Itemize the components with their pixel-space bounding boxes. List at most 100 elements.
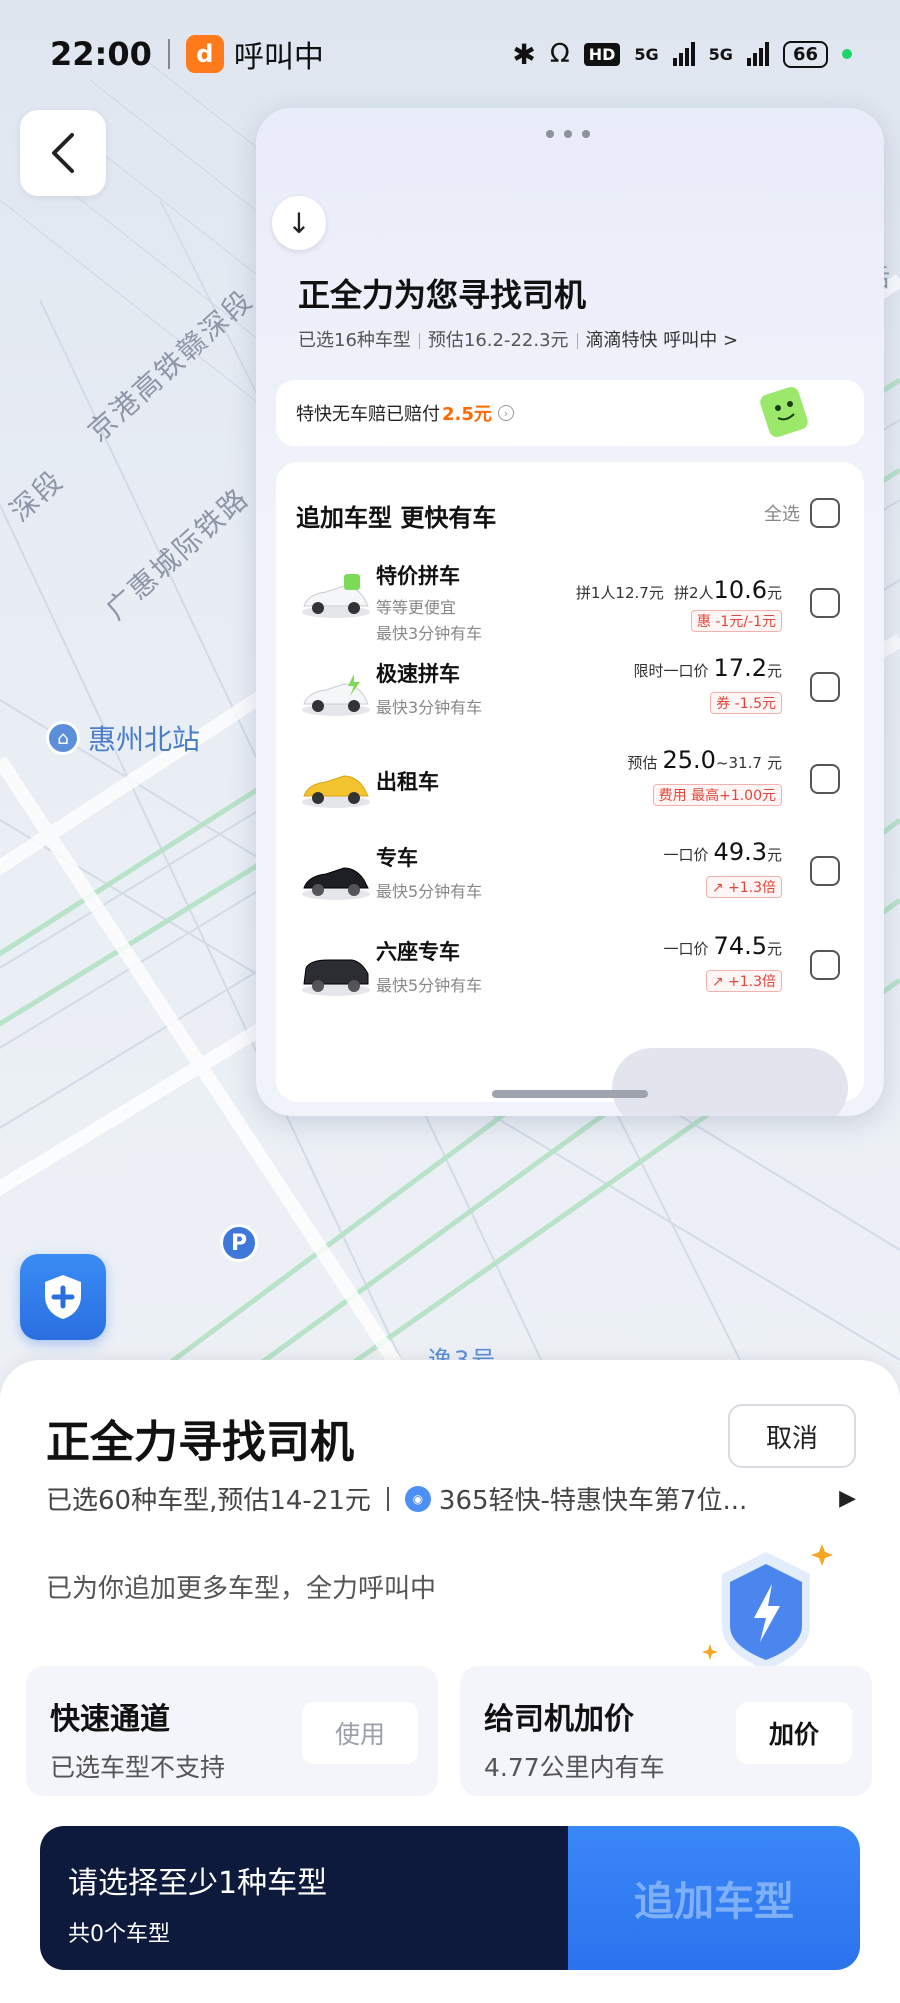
car-price: 限时一口价 17.2元 — [633, 654, 782, 682]
car-name: 特价拼车 — [376, 564, 460, 588]
car-name: 六座专车 — [376, 940, 460, 964]
car-type-row[interactable]: 出租车 预估 25.0~31.7 元 费用 最高+1.00元 — [276, 744, 864, 834]
earbuds-icon: Ω — [549, 39, 570, 69]
sheet-title: 正全力寻找司机 — [46, 1417, 354, 1468]
car-price: 一口价 74.5元 — [663, 932, 782, 960]
car-white-express-icon — [302, 674, 370, 716]
list-title: 追加车型 更快有车 — [296, 504, 497, 532]
signal-icon — [746, 42, 769, 66]
car-eta: 最快5分钟有车 — [376, 976, 483, 995]
hd-icon: HD — [583, 42, 621, 66]
station-marker[interactable]: ⌂ 惠州北站 — [46, 718, 200, 758]
surge-badge: ↗ +1.3倍 — [705, 970, 782, 992]
car-name: 专车 — [376, 846, 418, 870]
train-station-icon: ⌂ — [46, 721, 80, 755]
fast-lane-title: 快速通道 — [50, 1702, 170, 1737]
back-button[interactable] — [20, 110, 106, 196]
car-type-row[interactable]: 六座专车 最快5分钟有车 一口价 74.5元 ↗ +1.3倍 — [276, 930, 864, 1020]
premier-car-icon — [302, 867, 370, 900]
car-price: 预估 25.0~31.7 元 — [627, 746, 782, 774]
coupon-badge: 券 -1.5元 — [710, 692, 782, 714]
selection-summary: 请选择至少1种车型 共0个车型 — [40, 1826, 568, 1970]
cancel-button[interactable]: 取消 — [728, 1404, 856, 1468]
status-icons: ✱ Ω HD 5G 5G 66 — [512, 38, 852, 71]
car-checkbox[interactable] — [810, 588, 840, 618]
status-calling-text: 呼叫中 — [233, 40, 324, 75]
play-arrow-icon: ▶ — [839, 1486, 856, 1511]
safety-shield-button[interactable] — [20, 1254, 106, 1340]
car-checkbox[interactable] — [810, 856, 840, 886]
lightning-boost-icon — [702, 1544, 833, 1670]
add-car-types-button[interactable]: 追加车型 — [568, 1826, 860, 1970]
taxi-icon — [302, 775, 370, 808]
surge-badge: ↗ +1.3倍 — [705, 876, 782, 898]
info-icon: › — [497, 405, 514, 421]
tip-driver-subtitle: 4.77公里内有车 — [484, 1753, 665, 1782]
signal-icon — [672, 42, 695, 66]
compensation-amount: 2.5元 — [442, 404, 492, 425]
select-all-label: 全选 — [764, 504, 800, 525]
car-checkbox[interactable] — [810, 672, 840, 702]
panel-subtitle: 已选16种车型 预估16.2-22.3元 滴滴特快 呼叫中 > — [298, 326, 738, 352]
action-bar: 请选择至少1种车型 共0个车型 追加车型 — [40, 1826, 860, 1970]
selection-count: 共0个车型 — [68, 1922, 170, 1947]
car-checkbox[interactable] — [810, 764, 840, 794]
car-name: 极速拼车 — [376, 662, 460, 686]
discount-badge: 惠 -1元/-1元 — [690, 610, 782, 632]
more-options-icon[interactable] — [546, 130, 590, 138]
panel-title: 正全力为您寻找司机 — [298, 276, 587, 314]
compensation-text: 特快无车赔已赔付 — [296, 404, 440, 425]
battery-icon: 66 — [782, 40, 828, 68]
panel-drag-handle[interactable] — [492, 1090, 648, 1098]
tip-driver-card: 给司机加价 4.77公里内有车 加价 — [460, 1666, 872, 1796]
expanded-search-panel: ↓ 正全力为您寻找司机 已选16种车型 预估16.2-22.3元 滴滴特快 呼叫中 … — [256, 108, 884, 1116]
car-tag: 等等更便宜 — [376, 598, 457, 617]
car-white-pool-icon — [302, 574, 370, 618]
service-car-icon: ◉ — [404, 1485, 431, 1512]
panel-selected-count: 已选16种车型 — [298, 330, 411, 351]
sheet-message: 已为你追加更多车型，全力呼叫中 — [46, 1574, 437, 1604]
fast-lane-subtitle: 已选车型不支持 — [50, 1753, 226, 1782]
select-all[interactable]: 全选 — [764, 498, 840, 528]
bottom-sheet: 正全力寻找司机 取消 已选60种车型,预估14-21元 ◉ 365轻快-特惠快车… — [0, 1360, 900, 2003]
add-car-types-list: 追加车型 更快有车 全选 特价拼车 等等更便宜 最快3分钟有车 拼1人12.7元… — [276, 462, 864, 1102]
car-price: 拼1人12.7元 拼2人10.6元 — [575, 576, 782, 604]
add-tip-button[interactable]: 加价 — [736, 1702, 852, 1764]
six-seat-car-icon — [302, 959, 370, 996]
chevron-left-icon — [52, 133, 74, 173]
divider — [386, 1486, 389, 1511]
network-5g-label: 5G — [634, 44, 659, 64]
sheet-selected-estimate: 已选60种车型,预估14-21元 — [46, 1486, 371, 1516]
car-type-row[interactable]: 专车 最快5分钟有车 一口价 49.3元 ↗ +1.3倍 — [276, 836, 864, 926]
selection-hint: 请选择至少1种车型 — [68, 1866, 328, 1901]
panel-estimate: 预估16.2-22.3元 — [427, 330, 569, 351]
car-eta: 最快3分钟有车 — [376, 624, 483, 643]
fee-badge: 费用 最高+1.00元 — [652, 784, 782, 806]
ticket-mascot-icon — [760, 386, 808, 438]
sheet-subtitle[interactable]: 已选60种车型,预估14-21元 ◉ 365轻快-特惠快车第7位... ▶ — [46, 1480, 856, 1517]
car-type-row[interactable]: 特价拼车 等等更便宜 最快3分钟有车 拼1人12.7元 拼2人10.6元 惠 -… — [276, 554, 864, 644]
bluetooth-icon: ✱ — [512, 37, 536, 71]
network-5g-label: 5G — [708, 44, 733, 64]
fast-lane-card: 快速通道 已选车型不支持 使用 — [26, 1666, 438, 1796]
didi-app-icon: d — [185, 35, 224, 73]
car-eta: 最快5分钟有车 — [376, 882, 483, 901]
shield-plus-icon — [45, 1275, 81, 1319]
panel-service-link[interactable]: 滴滴特快 呼叫中 > — [586, 330, 739, 351]
parking-icon[interactable]: P — [220, 1224, 258, 1262]
car-eta: 最快3分钟有车 — [376, 698, 483, 717]
panel-confirm-button-ghost — [612, 1048, 848, 1116]
arrow-down-icon: ↓ — [287, 206, 311, 240]
status-time: 22:00 — [50, 35, 152, 73]
use-fast-lane-button[interactable]: 使用 — [302, 1702, 418, 1764]
privacy-dot-icon — [842, 49, 852, 59]
car-type-row[interactable]: 极速拼车 最快3分钟有车 限时一口价 17.2元 券 -1.5元 — [276, 652, 864, 742]
car-checkbox[interactable] — [810, 950, 840, 980]
select-all-checkbox[interactable] — [810, 498, 840, 528]
tip-driver-title: 给司机加价 — [484, 1702, 634, 1737]
station-name: 惠州北站 — [88, 723, 201, 756]
car-name: 出租车 — [376, 770, 439, 794]
status-bar: 22:00 d 呼叫中 ✱ Ω HD 5G 5G 66 — [0, 0, 900, 108]
collapse-panel-button[interactable]: ↓ — [272, 196, 326, 250]
status-divider — [167, 39, 170, 69]
